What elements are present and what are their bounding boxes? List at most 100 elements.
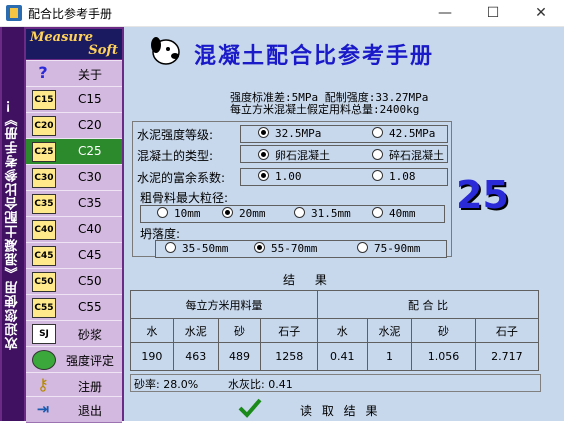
table-cell: 489 xyxy=(217,342,262,371)
usage-header: 每立方米用料量 xyxy=(130,290,318,319)
sidebar-item-c35[interactable]: C35 C35 xyxy=(26,190,122,217)
sidebar-item-label: C25 xyxy=(78,144,102,158)
minimize-button[interactable]: — xyxy=(430,3,460,23)
page-title: 混凝土配合比参考手册 xyxy=(194,44,435,69)
title-bar: 配合比参考手册 — ☐ ✕ xyxy=(0,0,564,27)
welcome-banner: 欢迎您使用《混凝土配合比参考手册》！ xyxy=(2,27,24,421)
sidebar-item-c50[interactable]: C50 C50 xyxy=(26,268,122,295)
coef-100-radio[interactable]: 1.00 xyxy=(258,170,302,183)
water-cement-ratio: 水灰比: 0.41 xyxy=(228,378,293,391)
sidebar-item-c20[interactable]: C20 C20 xyxy=(26,112,122,139)
slump-55-70-radio[interactable]: 55-70mm xyxy=(254,242,317,255)
logo-line1: Measure xyxy=(30,30,93,45)
coef-108-radio[interactable]: 1.08 xyxy=(372,170,416,183)
sidebar-item-label: 砂浆 xyxy=(78,328,103,342)
table-header: 水泥 xyxy=(172,318,219,343)
c35-icon: C35 xyxy=(32,194,56,214)
sidebar-item-label: 关于 xyxy=(78,68,103,82)
sidebar-item-label: C55 xyxy=(78,300,102,314)
dog-logo-icon xyxy=(151,37,180,65)
total-mass-info: 每立方米混凝土假定用料总量:2400kg xyxy=(230,103,420,116)
maximize-button[interactable]: ☐ xyxy=(478,3,508,23)
c30-icon: C30 xyxy=(32,168,56,188)
cement-425-radio[interactable]: 42.5MPa xyxy=(372,127,435,140)
table-header: 水泥 xyxy=(366,318,413,343)
agg-40mm-radio[interactable]: 40mm xyxy=(372,207,416,220)
table-cell: 1.056 xyxy=(411,342,476,371)
c40-icon: C40 xyxy=(32,220,56,240)
result-table: 每立方米用料量 配 合 比 水 水泥 砂 石子 水 水泥 砂 石子 190 46… xyxy=(130,290,540,371)
logo: Measure Soft xyxy=(26,29,122,59)
c15-icon: C15 xyxy=(32,90,56,110)
table-header: 水 xyxy=(316,318,368,343)
sidebar-item-label: 强度评定 xyxy=(66,354,115,368)
table-cell: 1258 xyxy=(260,342,318,371)
agg-10mm-radio[interactable]: 10mm xyxy=(157,207,201,220)
close-button[interactable]: ✕ xyxy=(526,3,556,23)
sidebar-item-c25[interactable]: C25 C25 xyxy=(26,138,122,165)
sidebar-item-label: C45 xyxy=(78,248,102,262)
app-icon xyxy=(6,5,22,21)
sidebar-item-label: C50 xyxy=(78,274,102,288)
c25-icon: C25 xyxy=(32,142,56,162)
sidebar-item-c15[interactable]: C15 C15 xyxy=(26,86,122,113)
c50-icon: C50 xyxy=(32,272,56,292)
table-header: 砂 xyxy=(411,318,476,343)
table-cell: 190 xyxy=(130,342,174,371)
sidebar-item-label: C40 xyxy=(78,222,102,236)
sidebar-item-label: C15 xyxy=(78,92,102,106)
slump-75-90-radio[interactable]: 75-90mm xyxy=(357,242,420,255)
sidebar-item-label: C20 xyxy=(78,118,102,132)
scrollbar[interactable] xyxy=(556,27,564,421)
pie-chart-icon xyxy=(32,350,56,370)
logo-line2: Soft xyxy=(88,43,118,58)
sidebar-item-label: 退出 xyxy=(78,404,103,418)
result-title: 结 果 xyxy=(283,273,335,287)
sand-rate: 砂率: 28.0% xyxy=(134,378,199,391)
concrete-type-label: 混凝土的类型: xyxy=(137,149,214,163)
sidebar-item-label: 注册 xyxy=(78,380,103,394)
table-header: 水 xyxy=(130,318,174,343)
exit-icon: ⇥ xyxy=(36,400,50,418)
cement-325-radio[interactable]: 32.5MPa xyxy=(258,127,321,140)
table-header: 砂 xyxy=(217,318,262,343)
grade-display: 25 xyxy=(456,173,509,217)
surplus-coef-label: 水泥的富余系数: xyxy=(137,171,226,185)
sidebar-item-strength-eval[interactable]: 强度评定 xyxy=(26,346,122,373)
sidebar-item-c30[interactable]: C30 C30 xyxy=(26,164,122,191)
table-cell: 463 xyxy=(172,342,219,371)
table-cell: 1 xyxy=(366,342,413,371)
calc-info: 强度标准差:5MPa 配制强度:33.27MPa 每立方米混凝土假定用料总量:2… xyxy=(230,92,428,116)
table-header-row: 水 水泥 砂 石子 水 水泥 砂 石子 xyxy=(130,318,540,343)
table-cell: 2.717 xyxy=(474,342,540,371)
sidebar-item-c40[interactable]: C40 C40 xyxy=(26,216,122,243)
agg-20mm-radio[interactable]: 20mm xyxy=(222,207,266,220)
pebble-concrete-radio[interactable]: 卵石混凝土 xyxy=(258,147,330,163)
agg-315mm-radio[interactable]: 31.5mm xyxy=(294,207,351,220)
slump-35-50-radio[interactable]: 35-50mm xyxy=(165,242,228,255)
help-icon: ? xyxy=(38,63,48,82)
mortar-icon: SJ xyxy=(32,324,56,344)
sidebar-item-about[interactable]: ? 关于 xyxy=(26,60,122,87)
table-header: 石子 xyxy=(260,318,318,343)
sidebar-item-label: C35 xyxy=(78,196,102,210)
sidebar-item-c55[interactable]: C55 C55 xyxy=(26,294,122,321)
checkmark-icon[interactable] xyxy=(238,398,262,418)
sidebar-item-c45[interactable]: C45 C45 xyxy=(26,242,122,269)
sidebar-item-register[interactable]: ⚷ 注册 xyxy=(26,372,122,399)
cement-grade-label: 水泥强度等级: xyxy=(137,128,214,142)
summary-bar: 砂率: 28.0% 水灰比: 0.41 xyxy=(130,374,541,392)
c20-icon: C20 xyxy=(32,116,56,136)
table-cell: 0.41 xyxy=(316,342,368,371)
c45-icon: C45 xyxy=(32,246,56,266)
key-icon: ⚷ xyxy=(37,375,49,394)
sidebar-item-exit[interactable]: ⇥ 退出 xyxy=(26,396,122,423)
table-header: 石子 xyxy=(474,318,540,343)
sidebar-item-label: C30 xyxy=(78,170,102,184)
read-result-button[interactable]: 读 取 结 果 xyxy=(300,402,380,419)
gravel-concrete-radio[interactable]: 碎石混凝土 xyxy=(372,147,444,163)
window-title: 配合比参考手册 xyxy=(28,7,113,21)
c55-icon: C55 xyxy=(32,298,56,318)
sidebar-item-mortar[interactable]: SJ 砂浆 xyxy=(26,320,122,347)
table-row: 190 463 489 1258 0.41 1 1.056 2.717 xyxy=(130,342,540,371)
